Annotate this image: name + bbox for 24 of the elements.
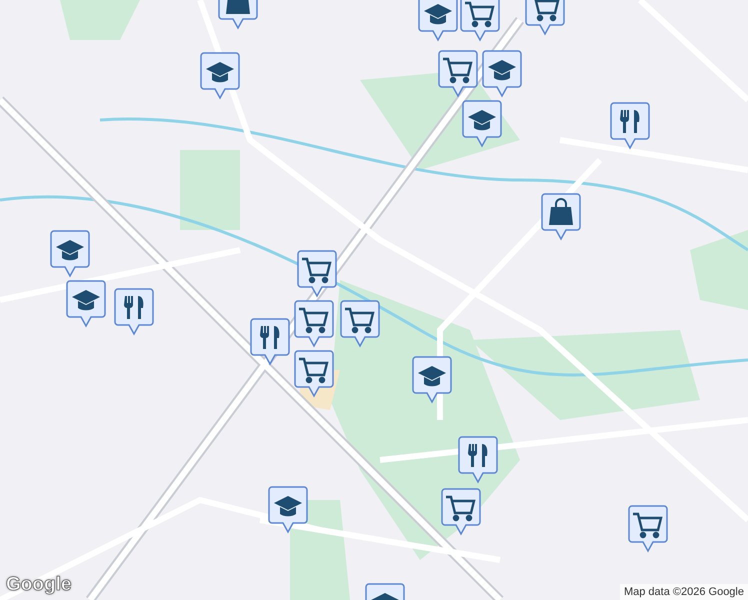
school-marker[interactable]	[482, 50, 522, 98]
shopping-cart-marker[interactable]	[460, 0, 500, 42]
restaurant-marker[interactable]	[250, 318, 290, 366]
shopping-cart-marker[interactable]	[441, 488, 481, 536]
school-marker[interactable]	[418, 0, 458, 42]
map-logo: Google	[6, 574, 72, 596]
shopping-cart-marker[interactable]	[340, 300, 380, 348]
shopping-cart-marker[interactable]	[525, 0, 565, 36]
shopping-cart-marker[interactable]	[294, 350, 334, 398]
school-marker[interactable]	[200, 52, 240, 100]
restaurant-marker[interactable]	[458, 436, 498, 484]
shopping-cart-marker[interactable]	[628, 505, 668, 553]
shopping-bag-marker[interactable]	[541, 193, 581, 241]
restaurant-marker[interactable]	[610, 102, 650, 150]
shopping-cart-marker[interactable]	[297, 250, 337, 298]
school-marker[interactable]	[462, 100, 502, 148]
map-attribution: Map data ©2026 Google	[620, 584, 748, 600]
school-marker[interactable]	[268, 486, 308, 534]
shopping-cart-marker[interactable]	[294, 300, 334, 348]
restaurant-marker[interactable]	[114, 288, 154, 336]
shopping-cart-marker[interactable]	[438, 50, 478, 98]
school-marker[interactable]	[66, 280, 106, 328]
school-marker[interactable]	[412, 356, 452, 404]
school-marker[interactable]	[50, 230, 90, 278]
